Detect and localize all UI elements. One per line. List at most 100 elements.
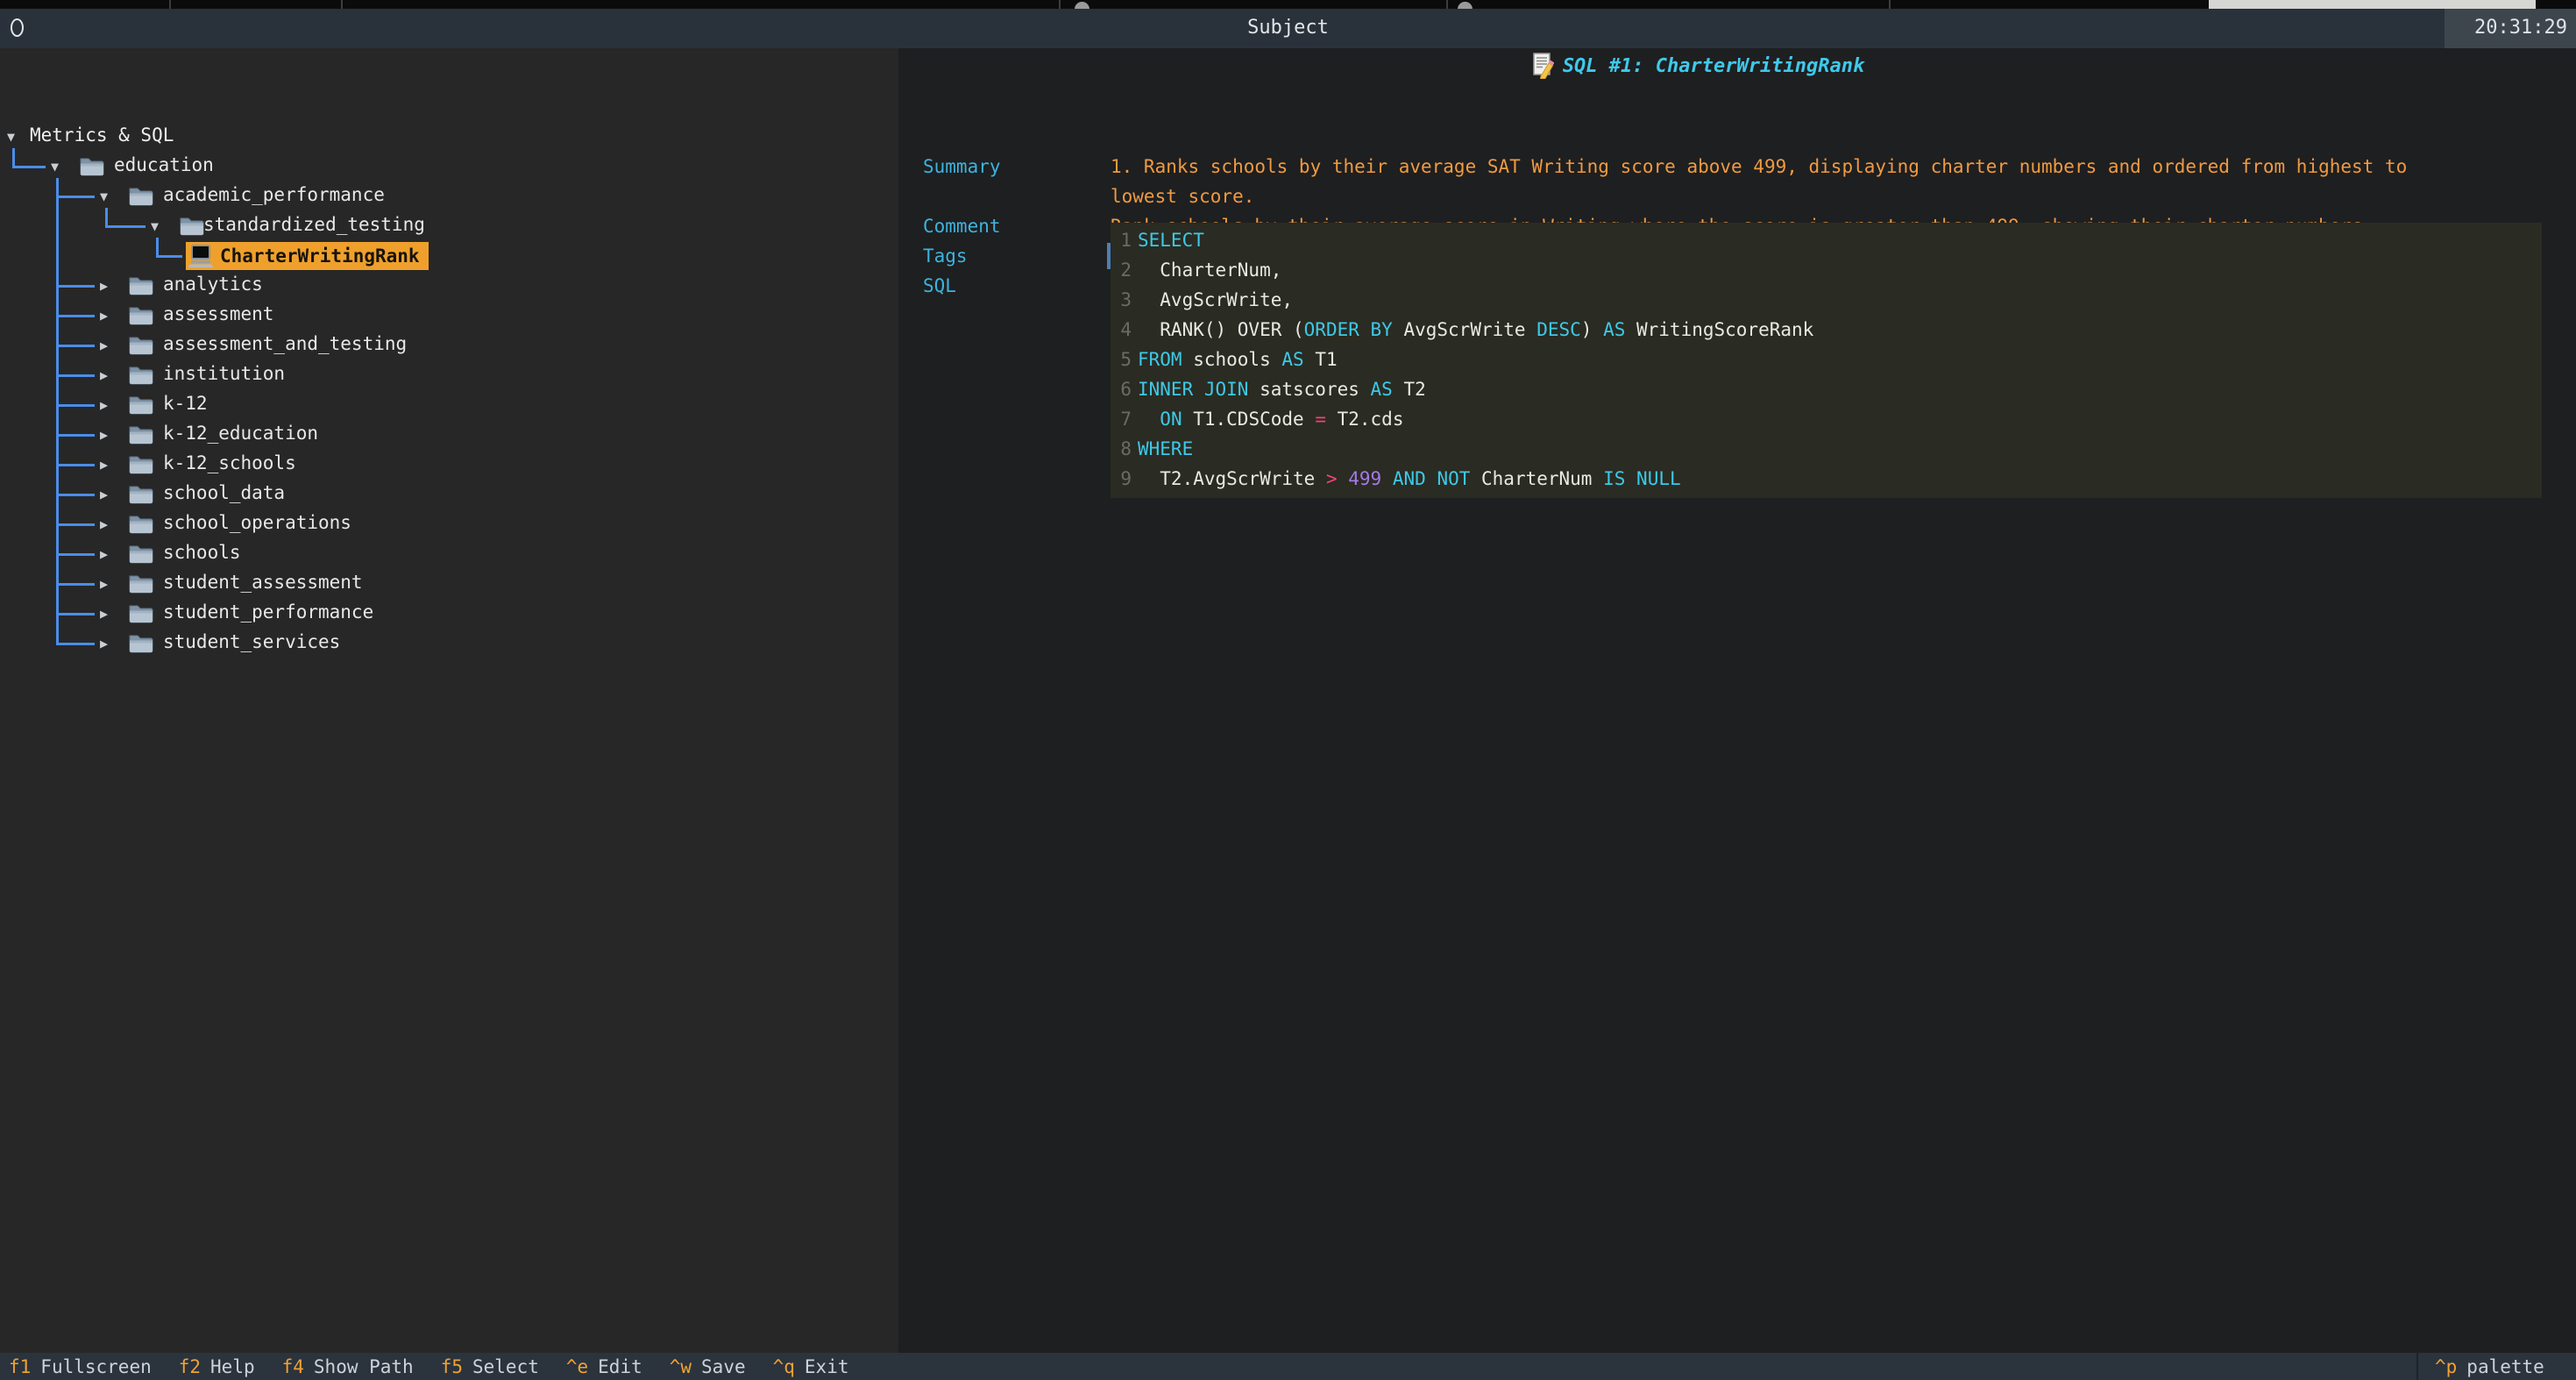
tree-item-metrics-sql[interactable]: ▼Metrics & SQL [0, 122, 898, 152]
tree-item-label: k-12_education [163, 423, 318, 444]
sql-token-kw: NOT [1437, 468, 1470, 489]
line-number: 1 [1119, 225, 1132, 255]
clock: 20:31:29 [2474, 17, 2567, 39]
sql-code-block: 1SELECT2 CharterNum,3 AvgScrWrite,4 RANK… [1111, 223, 2542, 498]
tree-item-label: academic_performance [163, 184, 385, 205]
tree-item-school-data[interactable]: ▶ school_data [0, 480, 898, 509]
tree-item-k-12-schools[interactable]: ▶k-12_schools [0, 450, 898, 480]
chevron-collapsed-icon[interactable]: ▶ [100, 605, 108, 622]
line-number: 7 [1119, 404, 1132, 434]
chevron-collapsed-icon[interactable]: ▶ [100, 486, 108, 503]
chevron-collapsed-icon[interactable]: ▶ [100, 545, 108, 563]
folder-icon [128, 603, 154, 624]
sql-token-kw: INNER JOIN [1138, 379, 1248, 400]
sql-token-id: ) [1581, 319, 1603, 340]
folder-icon [179, 216, 205, 237]
tree-item-label: institution [163, 363, 285, 384]
sql-token-kw: IS [1603, 468, 1625, 489]
tree-item-student-services[interactable]: ▶student_services [0, 629, 898, 658]
tree-item-k-12[interactable]: ▶k-12 [0, 390, 898, 420]
chevron-expanded-icon[interactable]: ▼ [51, 158, 59, 175]
chevron-collapsed-icon[interactable]: ▶ [100, 456, 108, 473]
tree-item-institution[interactable]: ▶ institution [0, 360, 898, 390]
folder-icon [128, 514, 154, 535]
sql-line-3: 3 AvgScrWrite, [1119, 285, 2542, 315]
chevron-collapsed-icon[interactable]: ▶ [100, 396, 108, 414]
sql-token-id [1338, 468, 1349, 489]
shortcut-save[interactable]: ^wSave [670, 1356, 746, 1377]
sql-token-kw: ON [1160, 409, 1182, 430]
tree-item-standardized-testing[interactable]: ▼standardized_testing [0, 211, 898, 241]
status-divider [2416, 1353, 2418, 1380]
tree-item-assessment-and-testing[interactable]: ▶assessment_and_testing [0, 331, 898, 360]
shortcut-show-path[interactable]: f4Show Path [282, 1356, 414, 1377]
shortcut-fullscreen[interactable]: f1Fullscreen [9, 1356, 152, 1377]
shortcut-label: Edit [598, 1356, 642, 1377]
sql-token-id: WritingScoreRank [1625, 319, 1813, 340]
shortcut-help[interactable]: f2Help [179, 1356, 255, 1377]
tree-item-school-operations[interactable]: ▶school_operations [0, 509, 898, 539]
tree-item-academic-performance[interactable]: ▼ academic_performance [0, 181, 898, 211]
folder-icon [128, 305, 154, 326]
shortcut-key: f2 [179, 1356, 201, 1377]
tree-item-student-assessment[interactable]: ▶student_assessment [0, 569, 898, 599]
chevron-collapsed-icon[interactable]: ▶ [100, 337, 108, 354]
sql-token-id: AvgScrWrite [1393, 319, 1536, 340]
shortcut-key: f1 [9, 1356, 31, 1377]
chevron-collapsed-icon[interactable]: ▶ [100, 426, 108, 444]
shortcut-select[interactable]: f5Select [441, 1356, 539, 1377]
folder-icon [128, 573, 154, 594]
chevron-collapsed-icon[interactable]: ▶ [100, 277, 108, 295]
tree-item-label: CharterWritingRank [220, 245, 420, 267]
laptop-icon [188, 245, 214, 268]
folder-icon-wrap [128, 186, 154, 211]
sql-token-id [1625, 468, 1636, 489]
tree-item-assessment[interactable]: ▶assessment [0, 301, 898, 331]
tree-item-education[interactable]: ▼education [0, 152, 898, 181]
sql-token-kw: AS [1371, 379, 1393, 400]
chevron-expanded-icon[interactable]: ▼ [7, 128, 15, 146]
active-tab-fragment [2209, 0, 2536, 9]
tab-divider [1889, 0, 1891, 9]
sql-token-kw: NULL [1636, 468, 1681, 489]
line-number: 5 [1119, 345, 1132, 374]
sql-token-id: CharterNum, [1138, 260, 1281, 281]
shortcut-label: Select [472, 1356, 539, 1377]
background-tab-strip [0, 0, 2576, 9]
sql-token-op: = [1315, 409, 1326, 430]
tree-item-charterwritingrank[interactable]: CharterWritingRank [0, 241, 898, 271]
folder-icon [128, 275, 154, 296]
shortcut-exit[interactable]: ^qExit [773, 1356, 849, 1377]
sql-token-id [1138, 409, 1160, 430]
shortcut-edit[interactable]: ^eEdit [566, 1356, 642, 1377]
chevron-collapsed-icon[interactable]: ▶ [100, 516, 108, 533]
chevron-expanded-icon[interactable]: ▼ [100, 188, 108, 205]
tree-item-k-12-education[interactable]: ▶ k-12_education [0, 420, 898, 450]
folder-icon [128, 424, 154, 445]
chevron-collapsed-icon[interactable]: ▶ [100, 366, 108, 384]
sql-token-kw: WHERE [1138, 438, 1193, 459]
shortcut-label: Show Path [314, 1356, 414, 1377]
tree-item-schools[interactable]: ▶schools [0, 539, 898, 569]
palette-label: palette [2466, 1356, 2544, 1377]
sql-line-6: 6INNER JOIN satscores AS T2 [1119, 374, 2542, 404]
tab-divider [341, 0, 343, 9]
line-number: 4 [1119, 315, 1132, 345]
window-title: Subject [0, 17, 2576, 39]
comment-label: Comment [923, 211, 1001, 241]
sql-token-kw: AS [1281, 349, 1303, 370]
selected-tree-item[interactable]: CharterWritingRank [186, 242, 429, 270]
tree-item-student-performance[interactable]: ▶student_performance [0, 599, 898, 629]
palette-shortcut[interactable]: ^p palette [2435, 1353, 2544, 1380]
tree-item-analytics[interactable]: ▶analytics [0, 271, 898, 301]
chevron-collapsed-icon[interactable]: ▶ [100, 635, 108, 652]
chevron-collapsed-icon[interactable]: ▶ [100, 307, 108, 324]
folder-icon-wrap [128, 275, 154, 301]
chevron-collapsed-icon[interactable]: ▶ [100, 575, 108, 593]
chevron-expanded-icon[interactable]: ▼ [151, 217, 159, 235]
sql-token-id: RANK() OVER ( [1138, 319, 1304, 340]
sql-token-id: AvgScrWrite, [1138, 289, 1293, 310]
tree-item-label: school_data [163, 482, 285, 503]
shortcut-label: Save [701, 1356, 746, 1377]
folder-icon-wrap [128, 454, 154, 480]
